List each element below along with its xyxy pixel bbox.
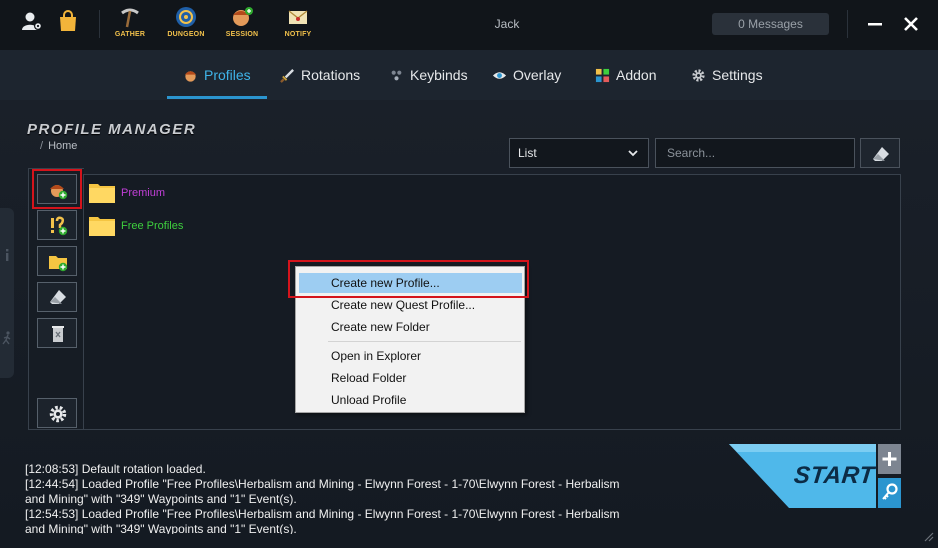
log-output: [12:08:53] Default rotation loaded. [12:…: [25, 462, 625, 534]
user-name: Jack: [494, 17, 520, 31]
messages-button[interactable]: 0 Messages: [712, 13, 829, 35]
tab-profiles[interactable]: Profiles: [183, 50, 251, 100]
tab-keybinds[interactable]: Keybinds: [389, 50, 468, 100]
walking-man-icon: [2, 331, 11, 345]
new-quest-profile-button[interactable]: [37, 210, 77, 240]
folder-icon: [89, 217, 115, 236]
user-settings-icon[interactable]: [21, 10, 43, 32]
start-label: START: [792, 462, 876, 489]
delete-profile-button[interactable]: [37, 318, 77, 348]
chevron-down-icon: [628, 150, 638, 157]
eye-icon: [492, 71, 507, 79]
license-key-button[interactable]: [878, 478, 901, 508]
folder-name: Premium: [121, 187, 166, 199]
app-label: DUNGEON: [167, 31, 205, 38]
menu-item-create-quest-profile[interactable]: Create new Quest Profile...: [299, 295, 522, 315]
addon-icon: [595, 68, 610, 82]
minimize-button[interactable]: [863, 12, 887, 36]
view-mode-select[interactable]: List: [509, 138, 649, 168]
new-profile-icon: [50, 185, 68, 200]
menu-item-reload-folder[interactable]: Reload Folder: [299, 368, 522, 388]
new-folder-button[interactable]: [37, 246, 77, 276]
folder-icon: [89, 184, 115, 203]
profiles-icon: [184, 70, 197, 82]
app-label: GATHER: [114, 31, 146, 38]
close-button[interactable]: [899, 12, 923, 36]
tab-label: Overlay: [513, 67, 562, 83]
menu-separator: [328, 341, 521, 342]
tab-label: Settings: [712, 67, 763, 83]
log-line: [12:08:53] Default rotation loaded.: [25, 462, 206, 476]
divider: [847, 10, 848, 38]
menu-item-create-folder[interactable]: Create new Folder: [299, 317, 522, 337]
quest-icon: [51, 216, 68, 236]
main-nav: Profiles Rotations Keybinds Overlay Addo…: [0, 50, 938, 100]
tab-addon[interactable]: Addon: [595, 50, 656, 100]
new-profile-button[interactable]: [32, 169, 82, 209]
tab-rotations[interactable]: Rotations: [280, 50, 360, 100]
add-button[interactable]: [878, 444, 901, 474]
new-folder-icon: [49, 256, 68, 272]
tab-settings[interactable]: Settings: [691, 50, 763, 100]
log-line: [12:44:54] Loaded Profile "Free Profiles…: [25, 477, 620, 506]
active-tab-indicator: [167, 96, 267, 99]
context-menu: Create new Profile... Create new Quest P…: [295, 266, 525, 413]
session-icon: [233, 7, 253, 26]
edit-profile-button[interactable]: [37, 282, 77, 312]
view-mode-value: List: [518, 146, 537, 160]
folder-premium[interactable]: Premium: [88, 180, 165, 206]
info-icon: [6, 249, 9, 261]
profile-settings-button[interactable]: [37, 398, 77, 428]
divider: [99, 10, 100, 38]
app-label: NOTIFY: [284, 31, 312, 38]
sword-icon: [280, 68, 294, 83]
eraser-icon: [50, 290, 66, 304]
tab-label: Keybinds: [410, 67, 468, 83]
menu-item-open-explorer[interactable]: Open in Explorer: [299, 346, 522, 366]
pickaxe-icon: [121, 8, 139, 28]
tab-overlay[interactable]: Overlay: [492, 50, 561, 100]
folder-name: Free Profiles: [121, 220, 184, 232]
app-notify-button[interactable]: NOTIFY: [273, 6, 323, 42]
title-bar: GATHER DUNGEON SESSION NOTIFY Jack 0 Mes…: [0, 0, 938, 50]
breadcrumb-home[interactable]: Home: [48, 140, 77, 152]
breadcrumb: / Home: [40, 140, 77, 152]
shop-bag-icon[interactable]: [57, 10, 79, 32]
app-label: SESSION: [225, 31, 259, 38]
app-gather-button[interactable]: GATHER: [105, 6, 155, 42]
tab-label: Rotations: [301, 67, 361, 83]
tab-label: Profiles: [204, 67, 251, 83]
side-panel-toggle[interactable]: [0, 208, 14, 378]
search-input[interactable]: [655, 138, 855, 168]
start-button[interactable]: START: [729, 444, 876, 508]
gear-icon: [49, 405, 67, 423]
resize-grip-icon[interactable]: [922, 530, 934, 542]
app-session-button[interactable]: SESSION: [217, 6, 267, 42]
menu-item-create-profile[interactable]: Create new Profile...: [299, 273, 522, 293]
keybinds-icon: [391, 70, 402, 80]
gear-icon: [692, 68, 705, 82]
page-title: PROFILE MANAGER: [27, 121, 197, 138]
menu-item-unload-profile[interactable]: Unload Profile: [299, 390, 522, 410]
trash-icon: [52, 326, 64, 342]
app-dungeon-button[interactable]: DUNGEON: [161, 6, 211, 42]
folder-free-profiles[interactable]: Free Profiles: [88, 213, 183, 239]
breadcrumb-separator: /: [40, 140, 44, 152]
tab-label: Addon: [616, 67, 657, 83]
minimize-icon: [868, 23, 882, 26]
dungeon-icon: [176, 7, 196, 27]
notify-icon: [288, 10, 308, 24]
clear-search-button[interactable]: [860, 138, 900, 168]
log-line: [12:54:53] Loaded Profile "Free Profiles…: [25, 507, 620, 534]
key-icon: [878, 478, 901, 508]
plus-icon: [878, 444, 901, 474]
eraser-icon: [873, 147, 889, 161]
close-icon: [904, 17, 918, 31]
